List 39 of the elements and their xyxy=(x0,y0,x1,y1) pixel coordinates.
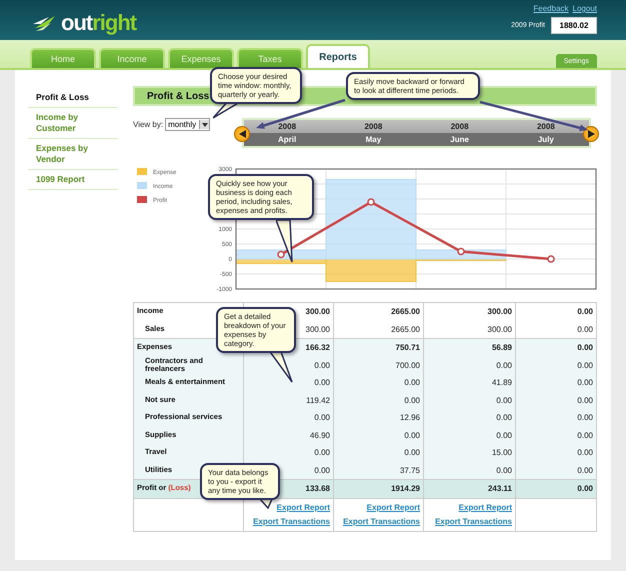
export-transactions-link[interactable]: Export Transactions xyxy=(427,516,512,526)
arrow-left-icon xyxy=(238,130,246,138)
nav-tab[interactable]: Reports xyxy=(306,44,370,68)
data-point xyxy=(277,250,285,258)
export-report-link[interactable]: Export Report xyxy=(247,502,330,512)
period-year: 2008 xyxy=(278,122,296,131)
period-month: June xyxy=(450,135,469,144)
caret-icon xyxy=(202,122,208,126)
export-report-link[interactable]: Export Report xyxy=(337,502,420,512)
period-year: 2008 xyxy=(536,122,555,131)
period-year: 2008 xyxy=(364,122,382,131)
sidebar-item[interactable]: Profit & Loss xyxy=(28,88,118,108)
callout-pointer xyxy=(276,220,293,263)
data-point xyxy=(457,248,465,256)
header-link[interactable]: Feedback xyxy=(533,4,569,13)
nav-tab[interactable]: Taxes xyxy=(237,48,303,68)
header-link[interactable]: Logout xyxy=(572,4,597,13)
nav-tab[interactable]: Home xyxy=(30,48,96,68)
period-month: April xyxy=(278,135,296,144)
export-transactions-link[interactable]: Export Transactions xyxy=(247,516,330,526)
export-transactions-link[interactable]: Export Transactions xyxy=(337,516,420,526)
previous-button[interactable] xyxy=(234,126,250,142)
period-month: May xyxy=(366,135,382,144)
logo-text: outright xyxy=(61,10,136,36)
arrow-right-icon xyxy=(588,130,594,138)
view-by-select[interactable]: monthly xyxy=(165,118,210,131)
period-month: July xyxy=(538,135,554,144)
export-report-link[interactable]: Export Report xyxy=(427,502,512,512)
data-point xyxy=(547,255,555,263)
view-by-label: View by: xyxy=(133,120,164,129)
profit-value: 1880.02 xyxy=(551,17,597,34)
sidebar-item[interactable]: Income by Customer xyxy=(28,108,118,140)
nav-tab[interactable]: Expenses xyxy=(168,48,234,68)
period-year: 2008 xyxy=(450,122,469,131)
data-point xyxy=(367,198,375,206)
logo-icon xyxy=(33,14,57,32)
nav-tab[interactable]: Income xyxy=(99,48,165,68)
sidebar-item[interactable]: 1099 Report xyxy=(28,170,118,190)
sidebar-item[interactable]: Expenses by Vendor xyxy=(28,139,118,170)
